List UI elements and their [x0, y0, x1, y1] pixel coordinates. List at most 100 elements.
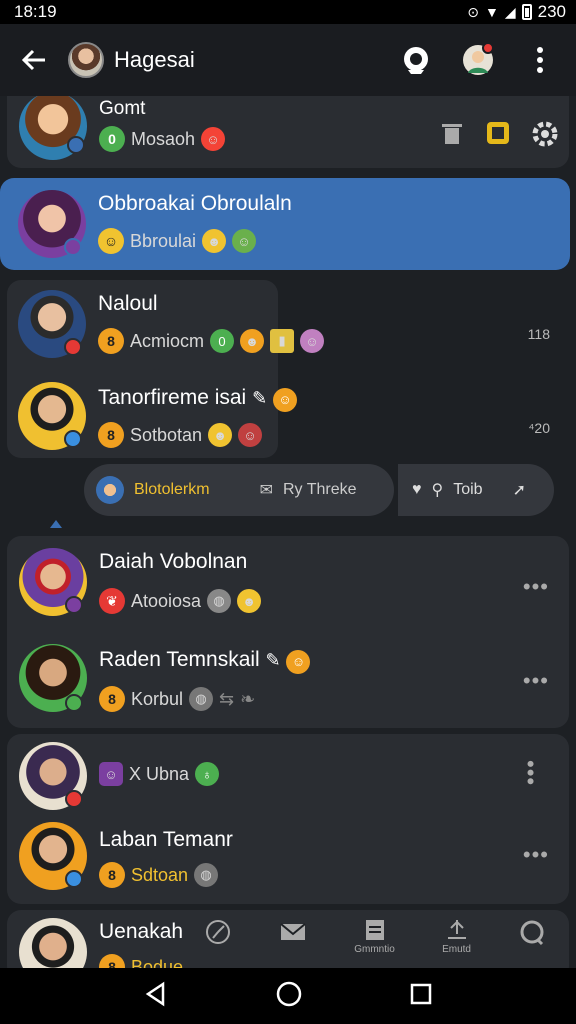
- list-item[interactable]: Naloul 8 Acmiocm 0 ☻ ▮ ☺ 118: [0, 286, 576, 366]
- quick-action-chip[interactable]: Blotolerkm ✉ Ry Threke: [84, 464, 394, 516]
- status-icon: 8: [98, 328, 124, 354]
- contact-subtitle: 0 Mosaoh ☺: [99, 126, 226, 152]
- notification-badge: [482, 42, 494, 54]
- signal-icon: ◢: [504, 3, 516, 20]
- tab-upload[interactable]: Emutd: [442, 918, 471, 955]
- status-badge: [67, 136, 85, 154]
- profile-button[interactable]: [458, 40, 498, 80]
- status-icon: 8: [98, 422, 124, 448]
- attach-icon: ⚲: [431, 482, 444, 499]
- tab-explore[interactable]: [204, 918, 232, 946]
- avatar[interactable]: [68, 42, 104, 78]
- tab-refresh[interactable]: [518, 918, 546, 946]
- more-button[interactable]: •••: [523, 842, 549, 868]
- wifi-icon: ▼: [484, 4, 499, 20]
- contact-name: Gomt: [99, 98, 146, 119]
- camera-icon: [404, 47, 428, 74]
- heart-icon: ♥: [412, 481, 422, 498]
- nav-home-button[interactable]: [275, 980, 303, 1013]
- emoji-icon: 0: [210, 329, 235, 353]
- status-icon: 8: [99, 686, 125, 712]
- pencil-icon: ✎: [265, 650, 281, 670]
- contact-name: Uenakah: [99, 920, 184, 943]
- settings-button[interactable]: [531, 120, 559, 153]
- quick-action-chip[interactable]: ♥ ⚲ Toib ➚: [398, 464, 554, 516]
- emoji-icon: ♁: [195, 762, 220, 786]
- emoji-icon: ☻: [240, 329, 265, 353]
- contact-subtitle: 8 Sdtoan ◍: [99, 862, 219, 888]
- nav-back-button[interactable]: [143, 981, 169, 1012]
- compass-icon: [205, 920, 230, 944]
- more-button[interactable]: •••: [523, 668, 549, 694]
- chip-label: Blotolerkm: [134, 481, 210, 498]
- status-badge: [65, 596, 83, 614]
- list-item-selected[interactable]: Obbroakai Obroulaln ☺ Bbroulai ☻ ☺: [0, 178, 570, 270]
- emoji-icon: ☺: [201, 127, 226, 151]
- status-badge: [64, 338, 82, 356]
- emoji-icon: ☻: [208, 423, 233, 447]
- more-vertical-icon: [537, 47, 543, 73]
- contact-subtitle: 8 Sotbotan ☻ ☺: [98, 422, 263, 448]
- app-bar: Hagesai: [0, 24, 576, 96]
- send-icon[interactable]: ➚: [513, 480, 526, 500]
- battery-icon: [521, 4, 532, 20]
- chart-icon: ▮: [270, 329, 295, 353]
- contact-subtitle: ☺ Bbroulai ☻ ☺: [98, 228, 257, 254]
- mail-icon: ✉: [259, 482, 273, 499]
- verified-badge: [65, 870, 83, 888]
- camera-button[interactable]: [396, 40, 436, 80]
- status-time: 18:19: [14, 2, 57, 21]
- contact-subtitle: ☺ X Ubna ♁: [99, 762, 220, 786]
- mail-icon: [280, 923, 306, 940]
- status-icons: ⊙ ▼ ◢ 230: [467, 2, 566, 22]
- alarm-icon: ⊙: [467, 3, 479, 20]
- timestamp: ⁴20: [528, 420, 550, 436]
- item-actions: [439, 120, 559, 153]
- chip-label: Toib: [453, 481, 483, 498]
- share-icon: ⇆: [219, 688, 235, 709]
- status-icon: 8: [99, 954, 125, 968]
- status-icon: ❦: [99, 588, 125, 614]
- quick-actions-bar: Blotolerkm ✉ Ry Threke ♥ ⚲ Toib ➚: [84, 464, 554, 516]
- nav-recents-button[interactable]: [409, 982, 433, 1011]
- emoji-icon: ☺: [300, 329, 325, 353]
- emoji-icon: ☺: [286, 649, 311, 674]
- arrow-left-icon: [21, 49, 45, 71]
- square-recents-icon: [410, 983, 432, 1004]
- verified-badge: [64, 430, 82, 448]
- tab-mail[interactable]: [279, 918, 307, 946]
- status-icon: 0: [99, 126, 125, 152]
- caret-icon: [50, 520, 62, 528]
- emoji-icon: ☺: [273, 387, 298, 412]
- avatar: [19, 918, 87, 968]
- contact-name: Daiah Vobolnan: [99, 550, 248, 573]
- contact-subtitle: 8 Bodue: [99, 954, 183, 968]
- battery-level: 230: [537, 2, 566, 21]
- status-badge: [65, 790, 83, 808]
- list-item[interactable]: Tanorfireme isai ✎ ☺ 8 Sotbotan ☻ ☺ ⁴20: [0, 380, 576, 460]
- more-button[interactable]: •••: [523, 574, 549, 600]
- more-vertical-button[interactable]: •••: [517, 760, 543, 786]
- upload-icon: [447, 920, 466, 939]
- smiley-icon: ☺: [98, 228, 124, 254]
- tab-notes[interactable]: Gmmntio: [354, 918, 395, 955]
- system-nav-bar: [0, 968, 576, 1024]
- status-badge: [64, 238, 82, 256]
- emoji-icon: ☻: [237, 589, 262, 613]
- more-menu-button[interactable]: [520, 40, 560, 80]
- note-icon: [487, 122, 509, 144]
- chip-label: Ry Threke: [282, 481, 357, 498]
- contact-subtitle: 8 Acmiocm 0 ☻ ▮ ☺: [98, 328, 325, 354]
- chat-list[interactable]: Gomt 0 Mosaoh ☺ Obbroakai Obroulaln ☺ Bb…: [0, 96, 576, 968]
- back-button[interactable]: [16, 42, 52, 78]
- contact-name: Raden Temnskail ✎ ☺: [99, 648, 311, 674]
- archive-button[interactable]: [485, 120, 511, 153]
- gear-icon: [532, 121, 558, 147]
- bottom-tab-bar: Gmmntio Emutd: [180, 918, 570, 968]
- list-item[interactable]: Gomt 0 Mosaoh ☺: [7, 96, 569, 168]
- emoji-icon: ◍: [207, 589, 232, 613]
- delete-button[interactable]: [439, 120, 465, 153]
- discord-icon: ☺: [99, 762, 123, 786]
- notes-icon: [365, 920, 384, 940]
- message-group: Daiah Vobolnan ❦ Atooiosa ◍ ☻ ••• Raden …: [7, 536, 569, 728]
